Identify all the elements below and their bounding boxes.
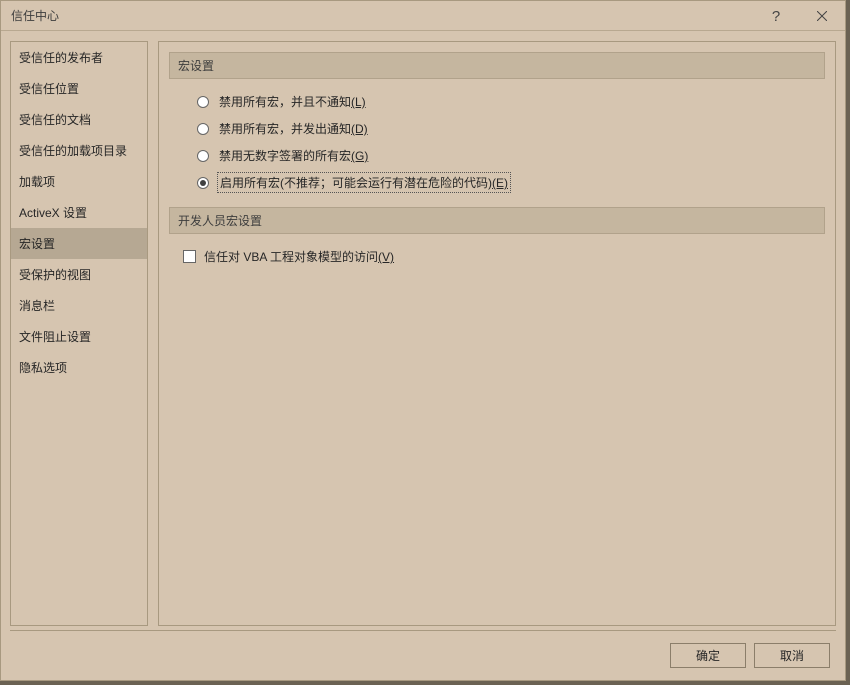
trust-vba-label: 信任对 VBA 工程对象模型的访问(V) [204, 248, 394, 265]
macro-option-label-3: 启用所有宏(不推荐；可能会运行有潜在危险的代码)(E) [219, 174, 509, 191]
sidebar-item-1[interactable]: 受信任位置 [11, 73, 147, 104]
close-button[interactable] [799, 1, 845, 31]
title-bar: 信任中心 ? [1, 1, 845, 31]
trust-vba-checkbox[interactable] [183, 250, 196, 263]
trust-vba-row[interactable]: 信任对 VBA 工程对象模型的访问(V) [183, 248, 825, 265]
macro-radio-group: 禁用所有宏，并且不通知(L) 禁用所有宏，并发出通知(D) 禁用无数字签署的所有宏(… [169, 93, 825, 191]
macro-option-row-1[interactable]: 禁用所有宏，并发出通知(D) [197, 120, 825, 137]
sidebar: 受信任的发布者受信任位置受信任的文档受信任的加载项目录加载项ActiveX 设置… [10, 41, 148, 626]
cancel-button[interactable]: 取消 [754, 643, 830, 668]
help-icon: ? [772, 8, 780, 25]
content-area: 受信任的发布者受信任位置受信任的文档受信任的加载项目录加载项ActiveX 设置… [1, 31, 845, 626]
macro-option-label-2: 禁用无数字签署的所有宏(G) [219, 147, 368, 164]
dialog-footer: 确定 取消 [10, 630, 836, 680]
sidebar-item-7[interactable]: 受保护的视图 [11, 259, 147, 290]
ok-button[interactable]: 确定 [670, 643, 746, 668]
developer-settings-header: 开发人员宏设置 [169, 207, 825, 234]
macro-option-radio-1[interactable] [197, 123, 209, 135]
macro-option-radio-2[interactable] [197, 150, 209, 162]
help-button[interactable]: ? [753, 1, 799, 31]
macro-option-row-3[interactable]: 启用所有宏(不推荐；可能会运行有潜在危险的代码)(E) [197, 174, 825, 191]
macro-option-label-1: 禁用所有宏，并发出通知(D) [219, 120, 368, 137]
developer-checkbox-group: 信任对 VBA 工程对象模型的访问(V) [169, 248, 825, 265]
sidebar-item-0[interactable]: 受信任的发布者 [11, 42, 147, 73]
sidebar-item-3[interactable]: 受信任的加载项目录 [11, 135, 147, 166]
macro-option-radio-3[interactable] [197, 177, 209, 189]
sidebar-item-8[interactable]: 消息栏 [11, 290, 147, 321]
macro-option-row-2[interactable]: 禁用无数字签署的所有宏(G) [197, 147, 825, 164]
sidebar-item-5[interactable]: ActiveX 设置 [11, 197, 147, 228]
sidebar-item-6[interactable]: 宏设置 [11, 228, 147, 259]
macro-option-row-0[interactable]: 禁用所有宏，并且不通知(L) [197, 93, 825, 110]
sidebar-item-10[interactable]: 隐私选项 [11, 352, 147, 383]
title-bar-buttons: ? [753, 1, 845, 31]
sidebar-item-4[interactable]: 加载项 [11, 166, 147, 197]
trust-center-dialog: 信任中心 ? 受信任的发布者受信任位置受信任的文档受信任的加载项目录加载项Act… [0, 0, 846, 681]
sidebar-item-2[interactable]: 受信任的文档 [11, 104, 147, 135]
macro-option-label-0: 禁用所有宏，并且不通知(L) [219, 93, 366, 110]
macro-option-radio-0[interactable] [197, 96, 209, 108]
close-icon [817, 8, 827, 24]
dialog-title: 信任中心 [11, 7, 59, 24]
main-panel: 宏设置 禁用所有宏，并且不通知(L) 禁用所有宏，并发出通知(D) 禁用无数字签署的… [158, 41, 836, 626]
macro-settings-header: 宏设置 [169, 52, 825, 79]
sidebar-item-9[interactable]: 文件阻止设置 [11, 321, 147, 352]
